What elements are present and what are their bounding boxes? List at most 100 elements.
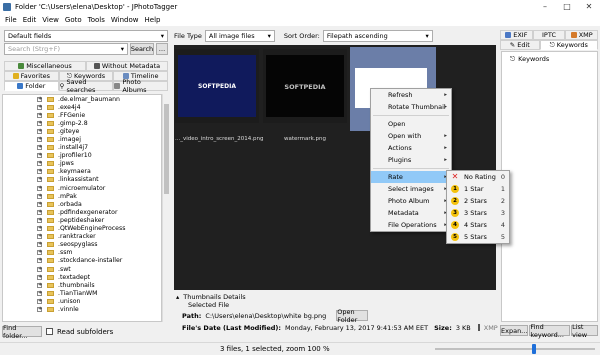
tab-keywords-right[interactable]: ⎋ Keywords [539, 40, 598, 50]
read-subfolders-checkbox[interactable] [46, 328, 53, 335]
search-options-button[interactable]: … [156, 43, 168, 55]
expand-button[interactable]: Expan... [500, 325, 529, 336]
find-keyword-button[interactable]: Find keyword... [529, 323, 571, 339]
menu-window[interactable]: Window [108, 16, 142, 24]
expand-icon[interactable]: + [37, 298, 42, 304]
tree-node[interactable]: + .exe4j4 [3, 103, 161, 111]
expand-icon[interactable]: + [37, 137, 42, 143]
thumbnail-image[interactable]: SOFTPEDIA [178, 55, 256, 117]
expand-icon[interactable]: + [37, 290, 42, 296]
tree-node[interactable]: + .microemulator [3, 184, 161, 192]
tree-node[interactable]: + .mPak [3, 192, 161, 200]
tree-node[interactable]: + .orbada [3, 200, 161, 208]
zoom-slider[interactable] [435, 344, 595, 354]
tree-node[interactable]: + .peptideshaker [3, 216, 161, 224]
tab-exif[interactable]: EXIF [500, 30, 533, 40]
expand-icon[interactable]: + [37, 128, 42, 134]
tree-node[interactable]: + .stockdance-installer [3, 257, 161, 265]
expand-icon[interactable]: + [37, 169, 42, 175]
close-icon[interactable]: ✕ [578, 2, 600, 11]
find-folder-button[interactable]: Find folder... [2, 324, 42, 340]
search-input[interactable]: Search (Strg+F) ▾ [4, 43, 128, 55]
thumbnail-cell[interactable]: SOFTPEDIA watermark.png [263, 49, 347, 142]
context-menu-item[interactable]: Select images▸ [371, 183, 451, 195]
expand-icon[interactable]: + [37, 258, 42, 264]
rate-menu-item[interactable]: ✕ No Rating 0 [447, 171, 509, 183]
expand-icon[interactable]: + [37, 226, 42, 232]
context-menu-item[interactable]: Rotate Thumbnail ▸ [371, 101, 451, 113]
menu-goto[interactable]: Goto [62, 16, 85, 24]
tree-node[interactable]: + .ranktracker [3, 233, 161, 241]
context-menu-item[interactable]: Metadata▸ [371, 207, 451, 219]
expand-icon[interactable]: + [37, 145, 42, 151]
expand-icon[interactable]: + [37, 96, 42, 102]
expand-icon[interactable]: + [37, 201, 42, 207]
maximize-icon[interactable]: □ [556, 2, 578, 11]
expand-icon[interactable]: + [37, 217, 42, 223]
tab-photo-albums[interactable]: Photo Albums [113, 78, 169, 94]
menu-tools[interactable]: Tools [85, 16, 108, 24]
context-menu-item[interactable]: Rate▸ [371, 171, 451, 183]
expand-icon[interactable]: + [37, 282, 42, 288]
expand-icon[interactable]: + [37, 193, 42, 199]
tab-folder[interactable]: Folder [4, 81, 59, 91]
tree-node[interactable]: + .de.elmar_baumann [3, 95, 161, 103]
tree-node[interactable]: + .gimp-2.8 [3, 119, 161, 127]
expand-icon[interactable]: + [37, 274, 42, 280]
thumbnail-cell[interactable]: SOFTPEDIA ..._video_intro_screen_2014.pn… [175, 49, 263, 142]
context-menu-item[interactable]: Open [371, 118, 451, 130]
minimize-icon[interactable]: – [534, 2, 556, 11]
tree-scrollbar[interactable] [162, 94, 169, 322]
search-button[interactable]: Search [130, 43, 154, 55]
expand-icon[interactable]: + [37, 153, 42, 159]
list-view-button[interactable]: List view [571, 323, 598, 339]
context-menu-item[interactable]: Refresh ▸ [371, 89, 451, 101]
scrollbar-thumb[interactable] [164, 104, 169, 194]
context-menu-item[interactable]: Actions ▸ [371, 142, 451, 154]
expand-icon[interactable]: + [37, 306, 42, 312]
rate-menu-item[interactable]: 2 2 Stars 2 [447, 195, 509, 207]
tab-iptc[interactable]: IPTC [532, 30, 566, 40]
context-menu-item[interactable]: Photo Album▸ [371, 195, 451, 207]
expand-icon[interactable]: + [37, 209, 42, 215]
rate-menu-item[interactable]: 4 4 Stars 4 [447, 219, 509, 231]
tab-miscellaneous[interactable]: Miscellaneous [4, 61, 86, 71]
expand-icon[interactable]: + [37, 242, 42, 248]
expand-icon[interactable]: + [37, 104, 42, 110]
expand-icon[interactable]: + [37, 177, 42, 183]
sort-order-combo[interactable]: Filepath ascending ▾ [322, 30, 433, 42]
menu-file[interactable]: File [2, 16, 20, 24]
expand-icon[interactable]: + [37, 185, 42, 191]
context-menu-item[interactable]: File Operations▸ [371, 219, 451, 231]
expand-icon[interactable]: + [37, 120, 42, 126]
context-menu-item[interactable]: Plugins ▸ [371, 154, 451, 166]
zoom-slider-thumb[interactable] [531, 344, 536, 354]
tree-node[interactable]: + .linkassistant [3, 176, 161, 184]
tree-node[interactable]: + .FFGenie [3, 111, 161, 119]
thumbnail-image[interactable]: SOFTPEDIA [266, 55, 344, 117]
tree-node[interactable]: + .giteye [3, 127, 161, 135]
tree-node[interactable]: + .jprofiler10 [3, 152, 161, 160]
tab-saved-searches[interactable]: ⚲ Saved searches [58, 78, 114, 94]
context-menu-item[interactable]: Open with ▸ [371, 130, 451, 142]
menu-edit[interactable]: Edit [20, 16, 40, 24]
tree-node[interactable]: + .jpws [3, 160, 161, 168]
tree-node[interactable]: + .textadept [3, 273, 161, 281]
tree-node[interactable]: + .TianTianWM [3, 289, 161, 297]
fields-combo[interactable]: Default fields ▾ [4, 30, 168, 42]
tab-xmp[interactable]: XMP [565, 30, 599, 40]
tree-node[interactable]: + .vinnle [3, 305, 161, 313]
tree-node[interactable]: + .QtWebEngineProcess [3, 225, 161, 233]
details-header[interactable]: ▴ Thumbnails Details [174, 292, 496, 301]
expand-icon[interactable]: + [37, 266, 42, 272]
tab-favorites[interactable]: Favorites [4, 71, 59, 81]
menu-view[interactable]: View [39, 16, 62, 24]
tree-node[interactable]: + .seospyglass [3, 241, 161, 249]
expand-icon[interactable]: + [37, 234, 42, 240]
menu-help[interactable]: Help [142, 16, 164, 24]
rate-menu-item[interactable]: 5 5 Stars 5 [447, 231, 509, 243]
rate-menu-item[interactable]: 3 3 Stars 3 [447, 207, 509, 219]
tree-node[interactable]: + .swt [3, 265, 161, 273]
expand-icon[interactable]: + [37, 250, 42, 256]
expand-icon[interactable]: + [37, 112, 42, 118]
